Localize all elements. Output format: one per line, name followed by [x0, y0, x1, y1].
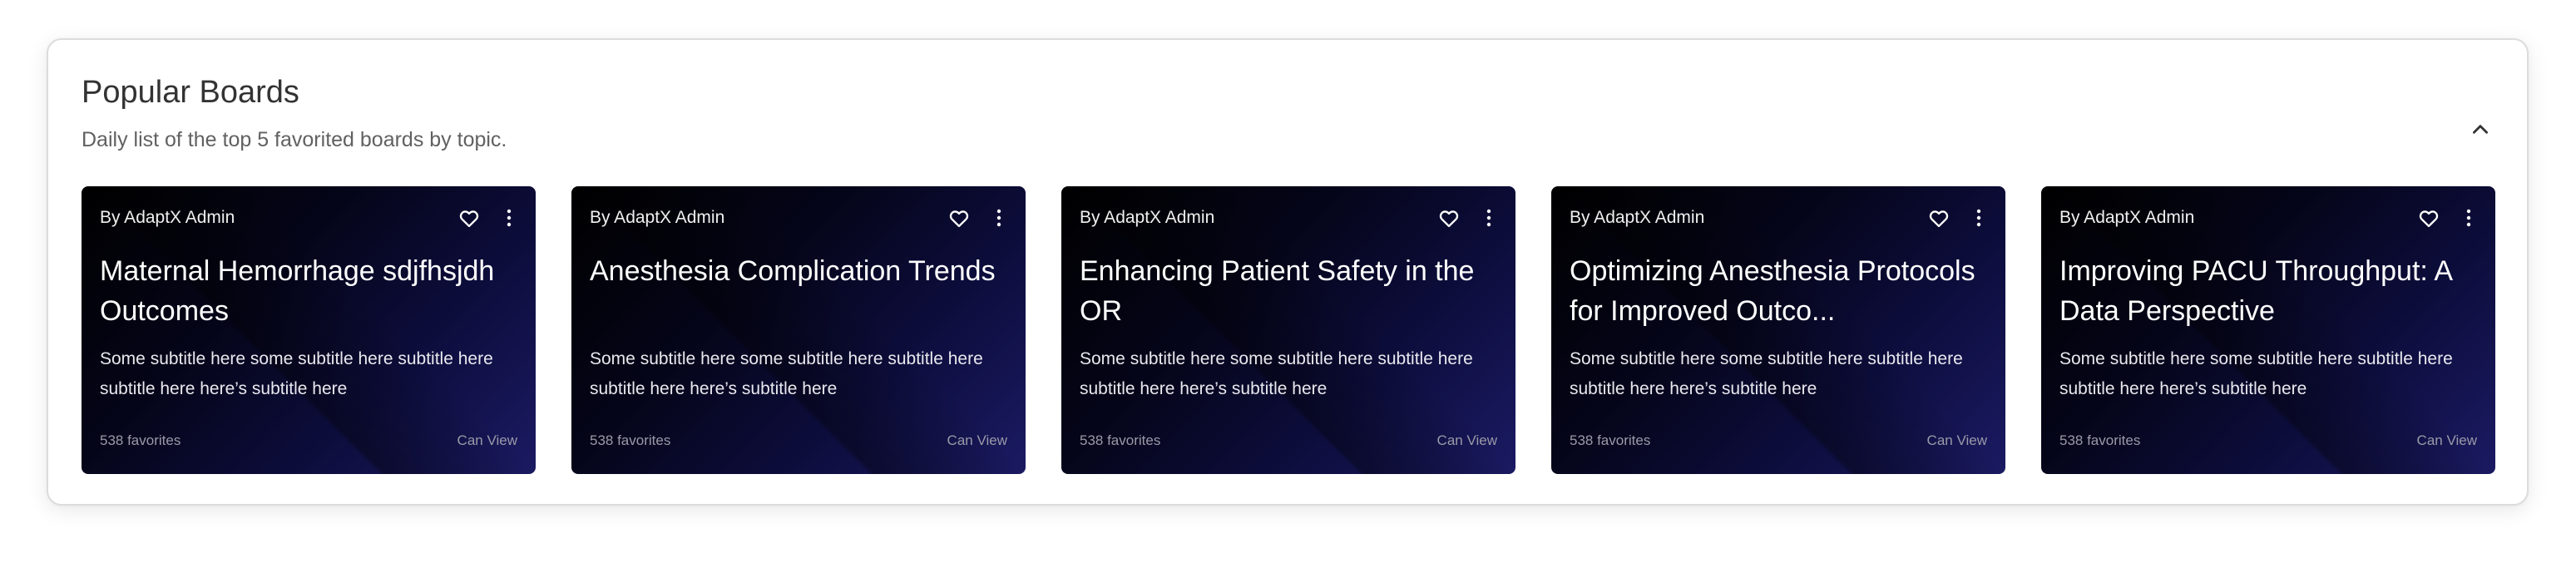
more-vert-icon: [1486, 209, 1491, 227]
favorite-button[interactable]: [2415, 205, 2442, 231]
heart-icon: [459, 210, 479, 228]
section-subtitle: Daily list of the top 5 favorited boards…: [82, 128, 507, 151]
card-author: By AdaptX Admin: [1570, 208, 1705, 227]
card-title: Enhancing Patient Safety in the OR: [1080, 255, 1475, 327]
collapse-button[interactable]: [2462, 111, 2499, 148]
card-subtitle: Some subtitle here some subtitle here su…: [2059, 349, 2453, 398]
board-card[interactable]: By AdaptX Admin Maternal Hemorrhage sdjf…: [82, 186, 536, 474]
card-author: By AdaptX Admin: [590, 208, 725, 227]
card-subtitle: Some subtitle here some subtitle here su…: [1570, 349, 1963, 398]
card-subtitle: Some subtitle here some subtitle here su…: [1080, 349, 1473, 398]
card-menu-button[interactable]: [1972, 205, 1985, 231]
popular-boards-panel: Popular Boards Daily list of the top 5 f…: [47, 38, 2529, 506]
more-vert-icon: [996, 209, 1001, 227]
card-author: By AdaptX Admin: [2059, 208, 2195, 227]
board-card[interactable]: By AdaptX Admin Optimizing Anesthesia Pr…: [1551, 186, 2005, 474]
card-menu-button[interactable]: [1482, 205, 1496, 231]
heart-icon: [1439, 210, 1459, 228]
favorite-button[interactable]: [1436, 205, 1462, 231]
card-menu-button[interactable]: [2462, 205, 2475, 231]
board-card-list: By AdaptX Admin Maternal Hemorrhage sdjf…: [82, 186, 2495, 474]
heart-icon: [2419, 210, 2439, 228]
card-favorites-count: 538 favorites: [2059, 432, 2141, 448]
card-access-level: Can View: [2416, 432, 2477, 448]
favorite-button[interactable]: [946, 205, 972, 231]
card-access-level: Can View: [1436, 432, 1497, 448]
more-vert-icon: [2466, 209, 2471, 227]
card-title: Anesthesia Complication Trends: [590, 255, 996, 287]
card-access-level: Can View: [457, 432, 517, 448]
card-favorites-count: 538 favorites: [590, 432, 671, 448]
card-author: By AdaptX Admin: [1080, 208, 1215, 227]
card-favorites-count: 538 favorites: [1080, 432, 1161, 448]
card-subtitle: Some subtitle here some subtitle here su…: [590, 349, 983, 398]
board-card[interactable]: By AdaptX Admin Improving PACU Throughpu…: [2041, 186, 2495, 474]
card-author: By AdaptX Admin: [100, 208, 235, 227]
more-vert-icon: [507, 209, 512, 227]
favorite-button[interactable]: [1926, 205, 1952, 231]
card-title: Optimizing Anesthesia Protocols for Impr…: [1570, 255, 1975, 327]
heart-icon: [949, 210, 969, 228]
chevron-up-icon: [2473, 125, 2488, 134]
heart-icon: [1929, 210, 1949, 228]
more-vert-icon: [1976, 209, 1981, 227]
card-favorites-count: 538 favorites: [1570, 432, 1651, 448]
card-title: Maternal Hemorrhage sdjfhsjdh Outcomes: [100, 255, 495, 327]
card-favorites-count: 538 favorites: [100, 432, 181, 448]
card-menu-button[interactable]: [502, 205, 516, 231]
card-title: Improving PACU Throughput: A Data Perspe…: [2059, 255, 2452, 327]
card-access-level: Can View: [1926, 432, 1987, 448]
card-subtitle: Some subtitle here some subtitle here su…: [100, 349, 493, 398]
board-card[interactable]: By AdaptX Admin Enhancing Patient Safety…: [1061, 186, 1515, 474]
card-menu-button[interactable]: [992, 205, 1006, 231]
favorite-button[interactable]: [456, 205, 482, 231]
board-card[interactable]: By AdaptX Admin Anesthesia Complication …: [571, 186, 1026, 474]
card-access-level: Can View: [947, 432, 1007, 448]
section-title: Popular Boards: [82, 75, 299, 110]
